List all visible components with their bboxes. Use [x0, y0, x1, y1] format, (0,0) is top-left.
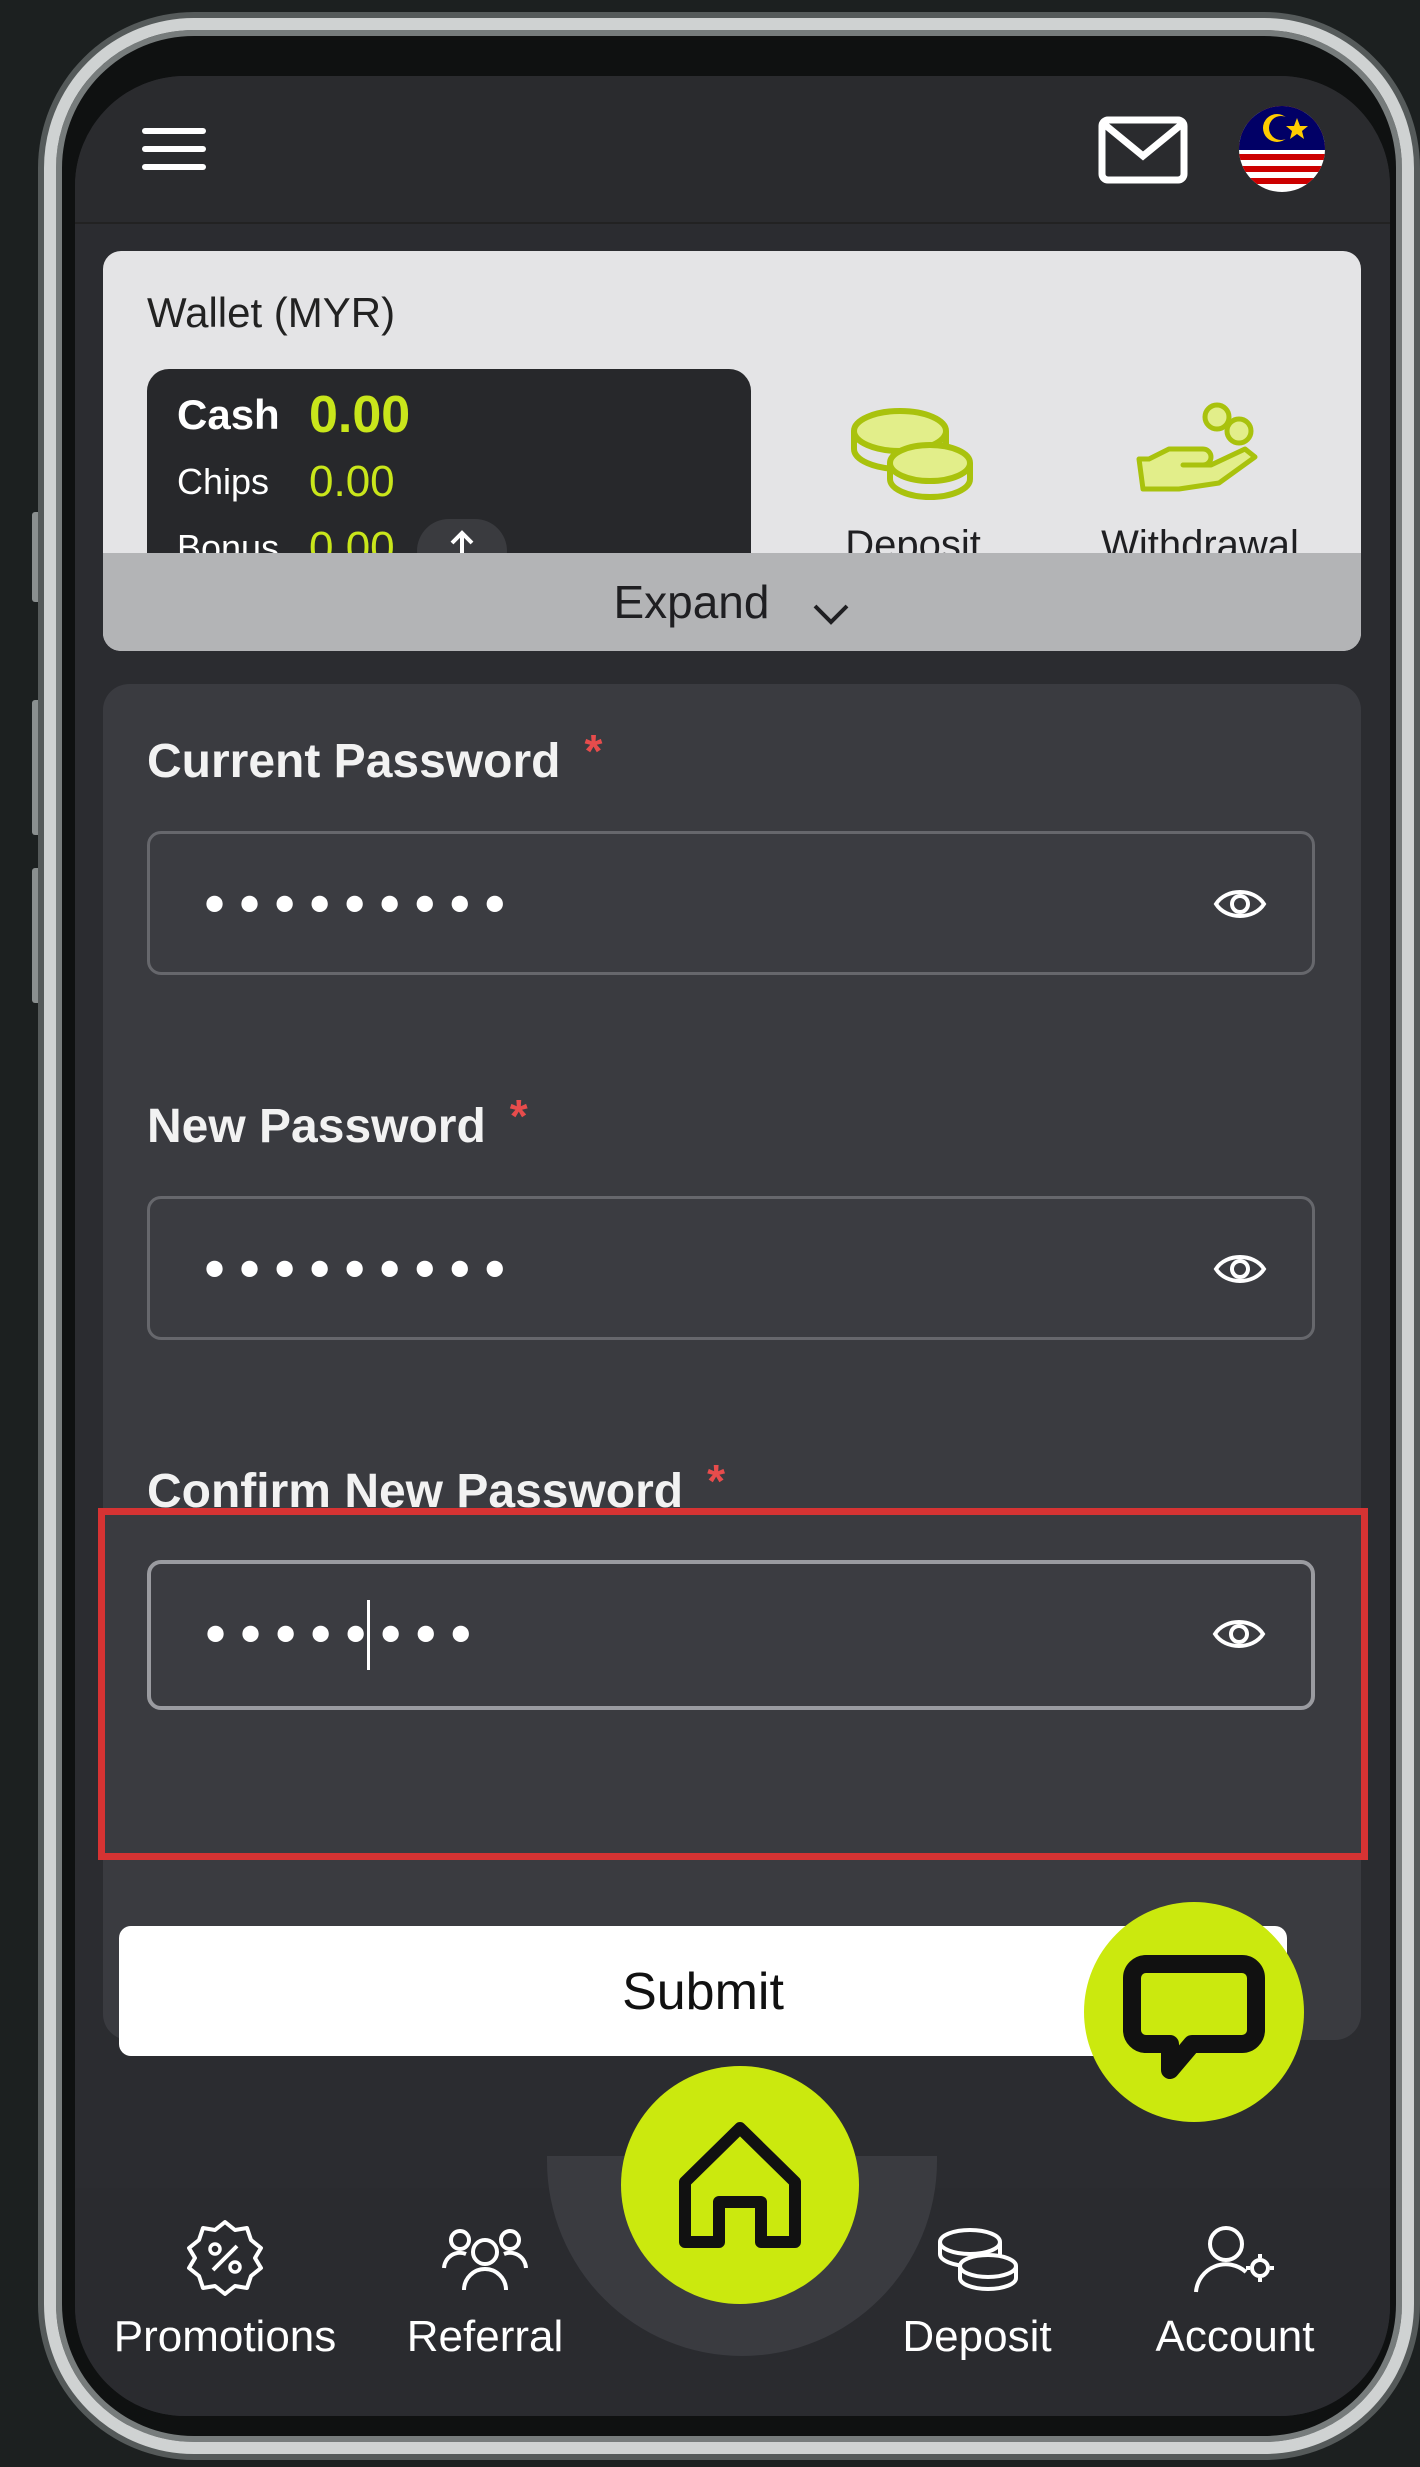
- nav-account-label: Account: [1155, 2312, 1315, 2361]
- required-mark: *: [707, 1455, 726, 1507]
- withdrawal-button[interactable]: Withdrawal: [1075, 401, 1325, 568]
- new-password-value: •••••••••: [198, 1239, 514, 1304]
- nav-referral-label: Referral: [406, 2312, 564, 2361]
- mail-icon[interactable]: [1098, 116, 1188, 184]
- side-button: [32, 700, 42, 835]
- new-password-label: New Password *: [147, 1090, 528, 1154]
- cash-value: 0.00: [309, 386, 411, 444]
- live-chat-button[interactable]: [1084, 1902, 1304, 2122]
- wallet-title: Wallet (MYR): [147, 289, 396, 336]
- wallet-panel: Wallet (MYR) Cash 0.00 Chips 0.00 Bonus …: [103, 251, 1361, 651]
- deposit-button[interactable]: Deposit: [803, 401, 1023, 568]
- top-bar: [75, 76, 1390, 224]
- chevron-down-icon: [813, 604, 848, 625]
- promotion-badge-icon: [187, 2220, 263, 2296]
- eye-icon[interactable]: [1212, 1247, 1268, 1291]
- nav-account[interactable]: Account: [1115, 2218, 1355, 2362]
- cash-label: Cash: [177, 391, 280, 438]
- cash-row: Cash 0.00: [177, 386, 410, 444]
- expand-toggle[interactable]: Expand: [103, 553, 1361, 651]
- new-password-label-text: New Password: [147, 1100, 486, 1153]
- nav-deposit-label: Deposit: [902, 2312, 1052, 2361]
- coins-icon: [851, 408, 973, 500]
- coins-icon: [938, 2228, 1018, 2291]
- malaysia-flag-icon[interactable]: [1239, 106, 1325, 192]
- new-password-input[interactable]: •••••••••: [147, 1196, 1315, 1340]
- account-settings-icon: [1194, 2226, 1274, 2293]
- current-password-input[interactable]: •••••••••: [147, 831, 1315, 975]
- referral-users-icon: [442, 2229, 528, 2291]
- hamburger-icon[interactable]: [142, 128, 206, 176]
- expand-label: Expand: [613, 576, 770, 628]
- side-button: [32, 512, 42, 602]
- required-mark: *: [509, 1090, 528, 1142]
- nav-promotions[interactable]: Promotions: [105, 2218, 345, 2362]
- home-icon: [679, 2122, 801, 2248]
- nav-promotions-label: Promotions: [113, 2312, 337, 2361]
- highlight-box: [98, 1508, 1368, 1860]
- chips-value: 0.00: [309, 457, 395, 506]
- phone-screen: Wallet (MYR) Cash 0.00 Chips 0.00 Bonus …: [75, 76, 1390, 2416]
- current-password-label-text: Current Password: [147, 735, 561, 788]
- chips-row: Chips 0.00: [177, 457, 395, 506]
- required-mark: *: [584, 725, 603, 777]
- eye-icon[interactable]: [1212, 882, 1268, 926]
- current-password-value: •••••••••: [198, 874, 514, 939]
- chat-bubble-icon: [1123, 1955, 1265, 2079]
- home-button[interactable]: [621, 2066, 859, 2304]
- side-button: [32, 868, 42, 1003]
- hand-coins-icon: [1136, 402, 1258, 492]
- current-password-label: Current Password *: [147, 725, 602, 789]
- chips-label: Chips: [177, 461, 270, 502]
